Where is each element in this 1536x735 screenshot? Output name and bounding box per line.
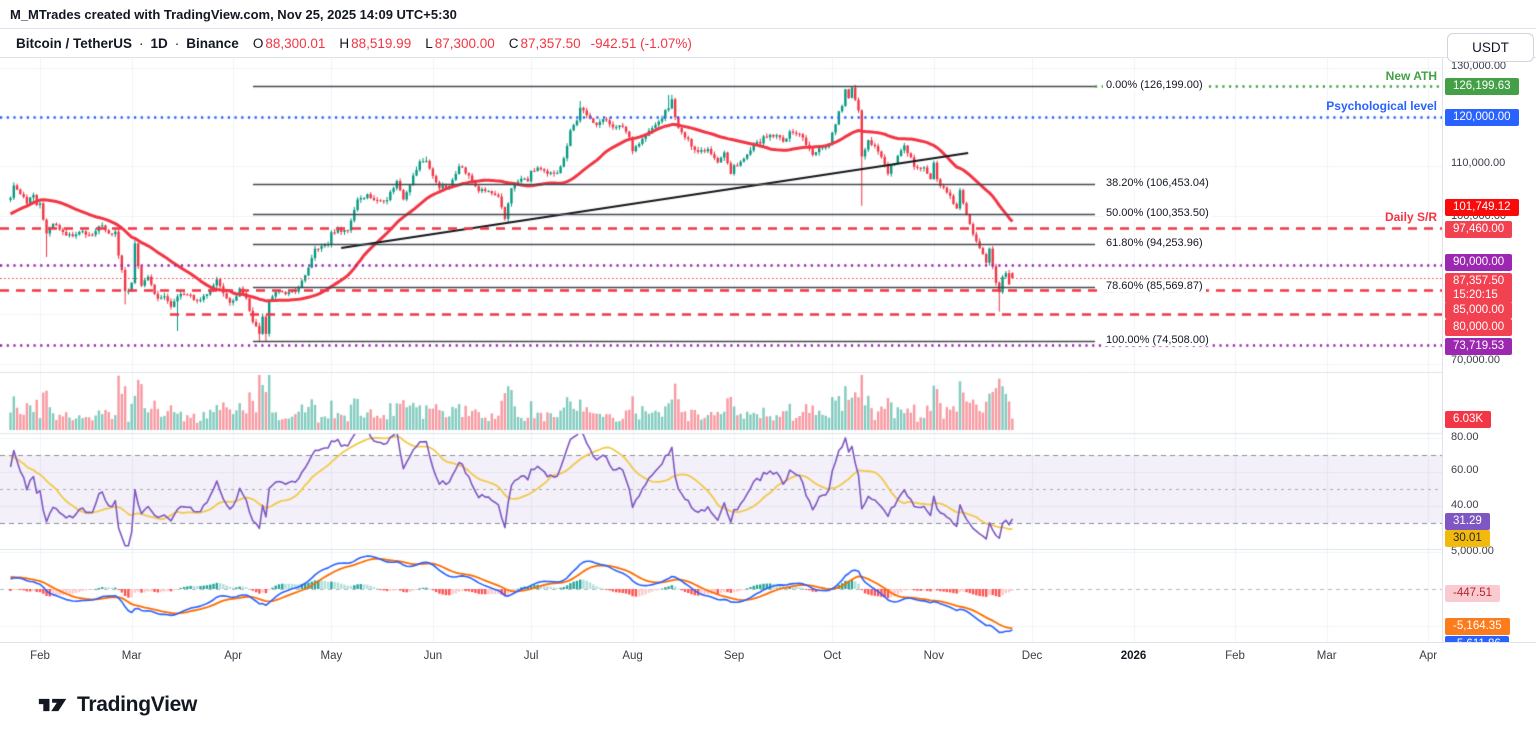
axis-price-badge: 87,357.50 15:20:15 <box>1445 273 1513 303</box>
interval-label[interactable]: 1D <box>151 36 168 51</box>
ohlc-values: O 88,300.01 H 88,519.99 L 87,300.00 C 87,357.50 <box>239 36 581 51</box>
time-axis-label: 2026 <box>1120 650 1147 662</box>
price-line-label[interactable]: Psychological level <box>1326 99 1437 113</box>
symbol-title[interactable]: Bitcoin / TetherUS <box>16 36 132 51</box>
axis-label: 110,000.00 <box>1451 157 1506 169</box>
axis-label: 60.00 <box>1451 464 1479 476</box>
axis-label: 80.00 <box>1451 431 1479 443</box>
axis-price-badge: 6.03K <box>1445 410 1492 428</box>
time-axis-label: Dec <box>1021 650 1043 662</box>
fib-level-label[interactable]: 100.00% (74,508.00) <box>1103 334 1212 346</box>
time-axis-label: Jul <box>523 650 539 662</box>
time-axis-label: Mar <box>121 650 142 662</box>
time-axis-label: Feb <box>1225 650 1245 662</box>
fib-level-label[interactable]: 50.00% (100,353.50) <box>1103 207 1212 219</box>
axis-price-badge: 120,000.00 <box>1445 108 1519 126</box>
axis-price-badge: 101,749.12 <box>1445 198 1519 216</box>
ohlc-item: H 88,519.99 <box>339 35 412 51</box>
time-axis-label: Oct <box>823 650 842 662</box>
price-line-label[interactable]: New ATH <box>1386 69 1437 83</box>
attribution-text: M_MTrades created with TradingView.com, … <box>10 6 457 22</box>
axis-price-badge: 90,000.00 <box>1445 253 1513 271</box>
fib-level-label[interactable]: 78.60% (85,569.87) <box>1103 280 1206 292</box>
axis-price-badge: 73,719.53 <box>1445 337 1513 355</box>
axis-price-badge: 126,199.63 <box>1445 77 1519 95</box>
fib-level-label[interactable]: 61.80% (94,253.96) <box>1103 237 1206 249</box>
time-axis-label: Jun <box>423 650 443 662</box>
footer: TradingView <box>0 674 1536 735</box>
price-line-label[interactable]: Daily S/R <box>1385 210 1437 224</box>
time-axis-label: Aug <box>622 650 643 662</box>
time-axis-label: Mar <box>1316 650 1337 662</box>
axis-price-badge: 97,460.00 <box>1445 220 1513 238</box>
axis-price-badge: -447.51 <box>1445 584 1501 602</box>
time-axis-label: Feb <box>30 650 50 662</box>
axis-price-badge: 30.01 <box>1445 529 1490 547</box>
axis-label: 40.00 <box>1451 499 1479 511</box>
ohlc-item: C 87,357.50 <box>508 35 581 51</box>
axis-price-badge: 85,000.00 <box>1445 301 1513 319</box>
change-value: -942.51 (-1.07%) <box>590 35 692 51</box>
price-axis[interactable]: 130,000.00 110,000.00 100,000.00 70,000.00 8… <box>1442 58 1536 653</box>
time-axis-label: Apr <box>1419 650 1438 662</box>
axis-price-badge: 31.29 <box>1445 512 1490 530</box>
axis-price-badge: -5,164.35 <box>1445 617 1510 635</box>
tradingview-logo: TradingView <box>38 692 197 718</box>
fib-level-label[interactable]: 0.00% (126,199.00) <box>1103 79 1206 91</box>
separator-dot: · <box>174 35 180 51</box>
tradingview-logo-text: TradingView <box>77 692 198 716</box>
ohlc-item: O 88,300.01 <box>252 35 326 51</box>
axis-label: 70,000.00 <box>1451 354 1500 366</box>
separator-dot: · <box>139 35 144 51</box>
fib-level-label[interactable]: 38.20% (106,453.04) <box>1103 177 1212 189</box>
ohlc-item: L 87,300.00 <box>425 35 495 51</box>
time-axis-label: Apr <box>224 650 243 662</box>
time-axis-label: May <box>320 650 343 662</box>
time-axis-label: Nov <box>923 650 945 662</box>
exchange-label: Binance <box>186 35 239 51</box>
currency-toggle-button[interactable]: USDT <box>1447 33 1534 62</box>
tradingview-logo-icon <box>38 698 67 711</box>
chart-area: 130,000.00 110,000.00 100,000.00 70,000.00 8… <box>0 58 1536 675</box>
time-axis-label: Sep <box>723 650 745 662</box>
time-axis[interactable]: Feb Mar Apr May Jun Jul Aug Sep Oct Nov Dec 2026 Feb… <box>0 642 1536 675</box>
axis-price-badge: 80,000.00 <box>1445 318 1513 336</box>
symbol-bar: Bitcoin / TetherUS · 1D · Binance O 88,30… <box>0 28 1536 58</box>
attribution-bar: M_MTrades created with TradingView.com, … <box>0 0 1536 28</box>
chart-canvas[interactable] <box>0 58 1442 642</box>
axis-label: 5,000.00 <box>1451 545 1494 557</box>
